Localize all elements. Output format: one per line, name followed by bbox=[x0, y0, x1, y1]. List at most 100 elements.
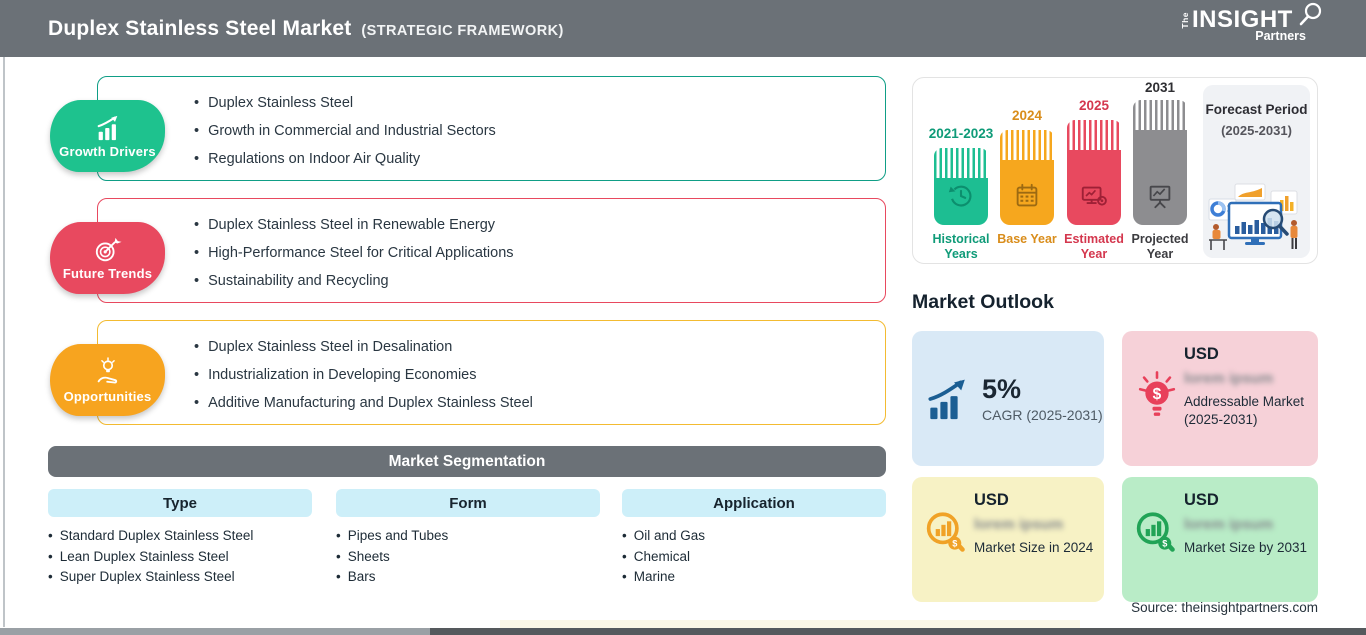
growth-drivers-badge: Growth Drivers bbox=[50, 100, 165, 172]
bar-body bbox=[1000, 160, 1054, 225]
timeline-box: 2021-2023 2024 2025 2031 Historical Year… bbox=[912, 77, 1318, 264]
bottom-bar-right bbox=[430, 628, 1366, 635]
list-item: Oil and Gas bbox=[622, 526, 886, 547]
usd-label: USD bbox=[1184, 491, 1219, 509]
target-dart-icon bbox=[95, 237, 122, 261]
magnifier-logo-icon bbox=[1299, 2, 1322, 26]
usd-label: USD bbox=[974, 491, 1009, 509]
svg-text:$: $ bbox=[1153, 386, 1162, 403]
list-item: Sheets bbox=[336, 547, 600, 568]
calendar-icon bbox=[1016, 183, 1038, 207]
list-item: Regulations on Indoor Air Quality bbox=[194, 152, 873, 167]
column-header: Type bbox=[48, 489, 312, 517]
header-bar: Duplex Stainless Steel Market (STRATEGIC… bbox=[0, 0, 1366, 57]
column-list: Oil and Gas Chemical Marine bbox=[622, 526, 886, 588]
forecast-period-panel: Forecast Period (2025-2031) bbox=[1203, 85, 1310, 258]
list-item: Pipes and Tubes bbox=[336, 526, 600, 547]
usd-label: USD bbox=[1184, 345, 1219, 363]
segmentation-column-type: Type Standard Duplex Stainless Steel Lea… bbox=[48, 489, 312, 588]
list-item: Additive Manufacturing and Duplex Stainl… bbox=[194, 396, 873, 411]
list-item: Bars bbox=[336, 567, 600, 588]
page-title-main: Duplex Stainless Steel Market bbox=[48, 16, 352, 40]
list-item: Super Duplex Stainless Steel bbox=[48, 567, 312, 588]
timeline-bar-estimated bbox=[1067, 120, 1121, 225]
svg-text:$: $ bbox=[1162, 539, 1167, 549]
timeline-bar-historical bbox=[934, 148, 988, 225]
computer-gear-icon bbox=[1081, 186, 1107, 206]
timeline-year: 2031 bbox=[1144, 80, 1176, 95]
blurred-value: lorem ipsum bbox=[1184, 370, 1274, 387]
timeline-year: 2025 bbox=[1078, 98, 1110, 113]
timeline-bar-label: Estimated Year bbox=[1064, 232, 1124, 261]
list-item: Lean Duplex Stainless Steel bbox=[48, 547, 312, 568]
opportunities-badge: Opportunities bbox=[50, 344, 165, 416]
list-item: Duplex Stainless Steel in Desalination bbox=[194, 340, 873, 355]
left-border-line bbox=[3, 57, 5, 627]
market-size-2031-card: $ USD lorem ipsum Market Size by 2031 bbox=[1122, 477, 1318, 602]
icon-column: $ bbox=[1130, 491, 1184, 602]
icon-column: $ bbox=[1130, 345, 1184, 466]
growth-drivers-panel: Duplex Stainless Steel Growth in Commerc… bbox=[97, 76, 886, 181]
timeline-year: 2021-2023 bbox=[928, 126, 994, 141]
svg-text:$: $ bbox=[952, 539, 957, 549]
bar-stripes bbox=[1133, 100, 1187, 130]
cagr-card: 5% CAGR (2025-2031) bbox=[912, 331, 1104, 466]
market-size-2024-card: $ USD lorem ipsum Market Size in 2024 bbox=[912, 477, 1104, 602]
text-column: USD lorem ipsum Market Size by 2031 bbox=[1184, 491, 1308, 602]
card-label: Market Size by 2031 bbox=[1184, 540, 1308, 555]
bulb-dollar-icon: $ bbox=[1138, 371, 1176, 416]
column-list: Pipes and Tubes Sheets Bars bbox=[336, 526, 600, 588]
history-clock-icon bbox=[948, 185, 972, 207]
column-list: Standard Duplex Stainless Steel Lean Dup… bbox=[48, 526, 312, 588]
segmentation-column-form: Form Pipes and Tubes Sheets Bars bbox=[336, 489, 600, 588]
list-item: Sustainability and Recycling bbox=[194, 274, 873, 289]
badge-label: Growth Drivers bbox=[59, 143, 156, 159]
bottom-bar-left bbox=[0, 628, 430, 635]
forecast-period-range: (2025-2031) bbox=[1221, 123, 1292, 138]
presentation-chart-icon bbox=[1149, 185, 1171, 209]
list-item: Standard Duplex Stainless Steel bbox=[48, 526, 312, 547]
cagr-value: 5% bbox=[982, 374, 1022, 404]
addressable-market-card: $ USD lorem ipsum Addressable Market (20… bbox=[1122, 331, 1318, 466]
bar-stripes bbox=[1000, 130, 1054, 160]
timeline-bar-label: Projected Year bbox=[1131, 232, 1189, 261]
logo-insight-text: INSIGHT bbox=[1192, 6, 1293, 33]
bar-stripes bbox=[1067, 120, 1121, 150]
logo-the-text: The bbox=[1180, 11, 1190, 29]
badge-label: Future Trends bbox=[62, 265, 153, 281]
page-title-sub: (STRATEGIC FRAMEWORK) bbox=[361, 22, 564, 39]
blurred-value: lorem ipsum bbox=[974, 516, 1064, 533]
bar-stripes bbox=[934, 148, 988, 178]
source-attribution: Source: theinsightpartners.com bbox=[1131, 600, 1318, 615]
list-item: High-Performance Steel for Critical Appl… bbox=[194, 246, 873, 261]
text-column: USD lorem ipsum Addressable Market (2025… bbox=[1184, 345, 1308, 466]
badge-label: Opportunities bbox=[63, 388, 152, 404]
analytics-illustration bbox=[1208, 183, 1298, 250]
future-trends-panel: Duplex Stainless Steel in Renewable Ener… bbox=[97, 198, 886, 303]
card-label: Market Size in 2024 bbox=[974, 540, 1094, 555]
list-item: Industrialization in Developing Economie… bbox=[194, 368, 873, 383]
segmentation-column-application: Application Oil and Gas Chemical Marine bbox=[622, 489, 886, 588]
growth-drivers-list: Duplex Stainless Steel Growth in Commerc… bbox=[98, 77, 885, 167]
brand-logo-top: The INSIGHT bbox=[1180, 2, 1322, 33]
list-item: Duplex Stainless Steel bbox=[194, 96, 873, 111]
column-header: Form bbox=[336, 489, 600, 517]
list-item: Marine bbox=[622, 567, 886, 588]
growth-bars-arrow-icon bbox=[928, 379, 965, 419]
cagr-label: CAGR (2025-2031) bbox=[982, 407, 1103, 423]
column-header: Application bbox=[622, 489, 886, 517]
bulb-hand-icon bbox=[97, 356, 117, 383]
card-label: Addressable Market (2025-2031) bbox=[1184, 394, 1305, 427]
bar-body bbox=[1067, 150, 1121, 225]
blurred-value: lorem ipsum bbox=[1184, 516, 1274, 533]
icon-column: $ bbox=[920, 491, 974, 602]
opportunities-list: Duplex Stainless Steel in Desalination I… bbox=[98, 321, 885, 411]
magnifier-chart-icon: $ bbox=[926, 512, 965, 552]
brand-logo: The INSIGHT Partners bbox=[1180, 2, 1322, 43]
page-title: Duplex Stainless Steel Market (STRATEGIC… bbox=[48, 17, 564, 41]
opportunities-panel: Duplex Stainless Steel in Desalination I… bbox=[97, 320, 886, 425]
list-item: Chemical bbox=[622, 547, 886, 568]
future-trends-badge: Future Trends bbox=[50, 222, 165, 294]
timeline-bar-label: Base Year bbox=[997, 232, 1057, 246]
timeline-bar-label: Historical Years bbox=[932, 232, 990, 261]
